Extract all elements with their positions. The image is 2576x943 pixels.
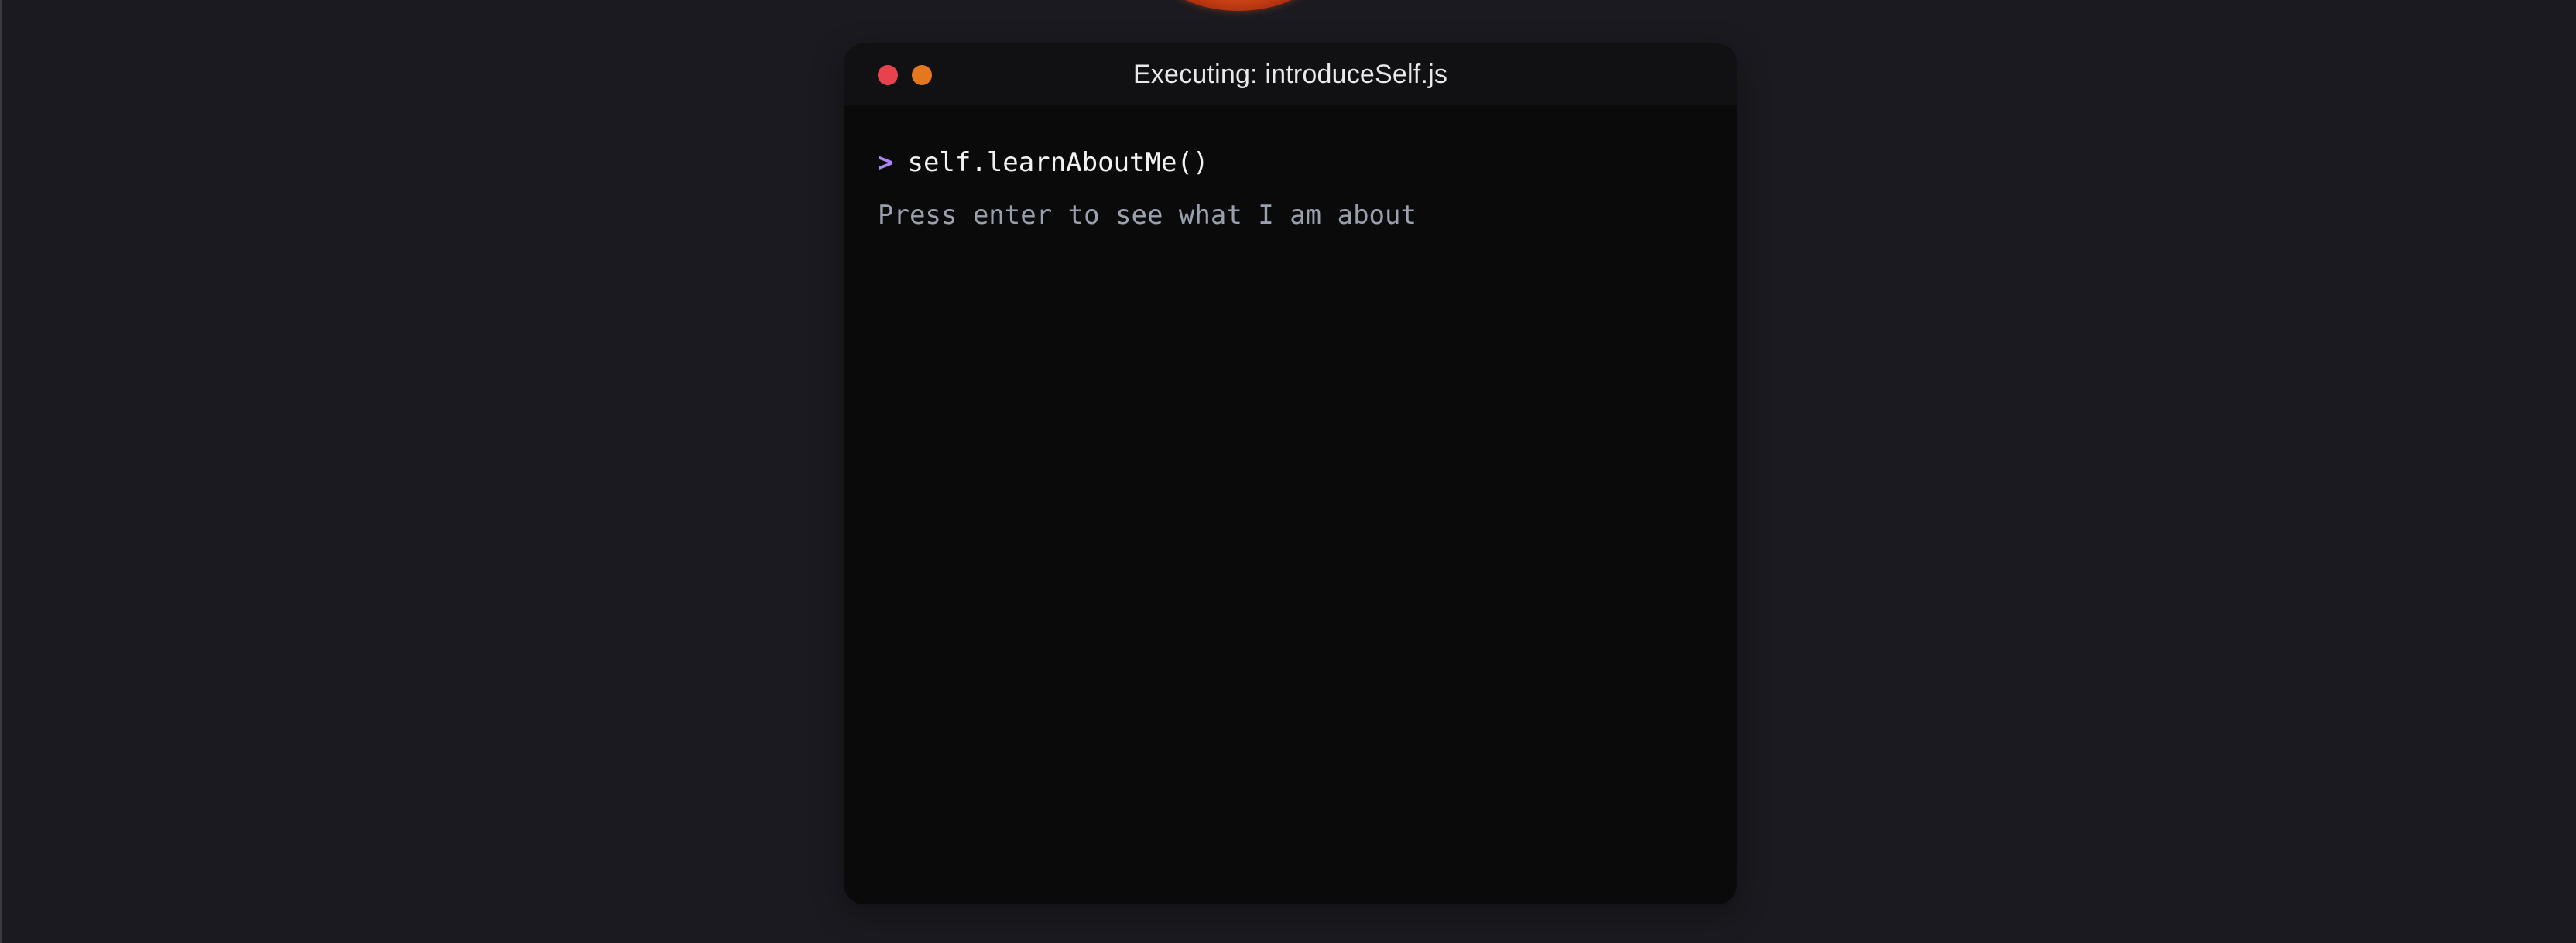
- planet-image: [1161, 0, 1316, 11]
- terminal-titlebar: Executing: introduceSelf.js: [844, 43, 1737, 105]
- hint-text: Press enter to see what I am about: [878, 200, 1416, 231]
- minimize-dot-icon[interactable]: [912, 65, 932, 85]
- command-line: > self.learnAboutMe(): [878, 144, 1703, 181]
- window-controls: [878, 65, 932, 85]
- prompt-symbol: >: [878, 147, 894, 178]
- terminal-title: Executing: introduceSelf.js: [1132, 59, 1448, 89]
- command-text: self.learnAboutMe(): [907, 147, 1209, 178]
- terminal-body[interactable]: > self.learnAboutMe() Press enter to see…: [844, 105, 1737, 234]
- page: Executing: introduceSelf.js > self.learn…: [0, 0, 2576, 943]
- terminal-window[interactable]: Executing: introduceSelf.js > self.learn…: [844, 43, 1737, 904]
- close-dot-icon[interactable]: [878, 65, 898, 85]
